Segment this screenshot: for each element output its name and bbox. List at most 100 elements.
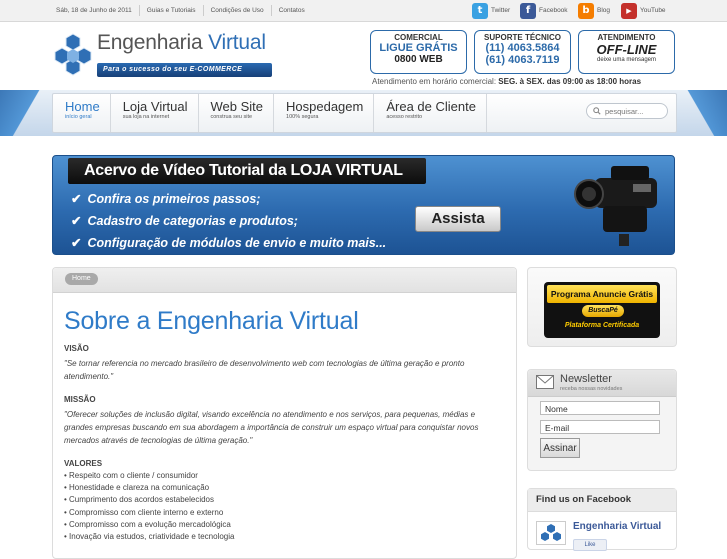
newsletter-box: Newsletter receba nossas novidades Nome … <box>527 369 677 471</box>
badge-bottom-text: Plataforma Certificada <box>564 322 640 329</box>
video-camera-icon <box>574 166 657 246</box>
social-facebook[interactable]: f Facebook <box>520 0 568 21</box>
blog-label: Blog <box>597 7 611 14</box>
visao-heading: VISÃO <box>64 344 89 353</box>
hours-prefix: Atendimento em horário comercial: <box>372 77 497 86</box>
nav-label: Home <box>65 99 100 114</box>
nav-item-web-site[interactable]: Web Site construa seu site <box>199 94 275 132</box>
content-panel: Home Sobre a Engenharia Virtual VISÃO "S… <box>52 267 517 559</box>
banner-bullet: Configuração de módulos de envio e muito… <box>71 235 386 250</box>
link-guias-tutoriais[interactable]: Guias e Tutoriais <box>140 5 204 16</box>
missao-heading: MISSÃO <box>64 395 96 404</box>
brand-part1: Engenharia <box>97 31 203 54</box>
youtube-icon: ▶ <box>621 2 637 19</box>
brand-name[interactable]: Engenharia Virtual <box>97 31 266 55</box>
valores-heading: VALORES <box>64 459 103 468</box>
atendimento-box[interactable]: ATENDIMENTO OFF-LINE deixe uma mensagem <box>578 30 675 74</box>
brand-tagline: Para o sucesso do seu E-COMMERCE <box>97 63 272 77</box>
facebook-page-name[interactable]: Engenharia Virtual <box>573 521 661 532</box>
brand-part2: Virtual <box>208 31 266 54</box>
social-blog[interactable]: b Blog <box>578 0 610 21</box>
envelope-icon <box>536 375 554 389</box>
logo-hexagon-icon[interactable] <box>52 32 94 76</box>
nav-sublabel: acesso restrito <box>386 114 423 120</box>
suporte-title: SUPORTE TÉCNICO <box>484 33 561 42</box>
list-item: • Compromisso com cliente interno e exte… <box>64 507 224 517</box>
breadcrumb: Home <box>53 268 516 293</box>
link-condicoes-uso[interactable]: Condições de Uso <box>204 5 272 16</box>
buscape-logo: BuscaPé <box>582 305 624 317</box>
nav-item-loja-virtual[interactable]: Loja Virtual sua loja na internet <box>111 94 199 132</box>
facebook-widget: Find us on Facebook Engenharia Virtual L… <box>527 488 677 551</box>
nav-item-area-cliente[interactable]: Área de Cliente acesso restrito <box>374 94 487 132</box>
facebook-icon: f <box>520 2 536 19</box>
visao-text: "Se tornar referencia no mercado brasile… <box>64 359 465 381</box>
twitter-label: Twitter <box>491 7 511 14</box>
nav-sublabel: construa seu site <box>210 114 253 120</box>
nav-item-home[interactable]: Home início geral <box>53 94 111 132</box>
subscribe-button[interactable]: Assinar <box>540 438 580 458</box>
banner-bullet: Confira os primeiros passos; <box>71 191 260 206</box>
atendimento-title: ATENDIMENTO <box>597 33 656 42</box>
badge-top-text: Programa Anuncie Grátis <box>547 285 657 303</box>
newsletter-subtitle: receba nossas novidades <box>560 386 623 392</box>
site-header: Engenharia Virtual Para o sucesso do seu… <box>0 22 727 90</box>
list-item: • Honestidade e clareza na comunicação <box>64 483 210 493</box>
search-placeholder: pesquisar... <box>605 106 644 116</box>
nav-bar: Home início geral Loja Virtual sua loja … <box>52 93 677 133</box>
nav-sublabel: sua loja na internet <box>122 114 170 120</box>
buscape-badge-graphic: Programa Anuncie Grátis BuscaPé Platafor… <box>544 282 660 338</box>
list-item: • Compromisso com a evolução mercadológi… <box>64 519 231 529</box>
comercial-line2: 0800 WEB <box>394 54 443 65</box>
atendimento-status: OFF-LINE <box>596 42 657 57</box>
link-contatos[interactable]: Contatos <box>272 5 312 16</box>
youtube-label: YouTube <box>640 7 666 14</box>
nav-label: Web Site <box>210 99 264 114</box>
blog-icon: b <box>578 2 594 19</box>
page-title: Sobre a Engenharia Virtual <box>64 307 359 335</box>
newsletter-header: Newsletter receba nossas novidades <box>528 370 676 397</box>
banner-title: Acervo de Vídeo Tutorial da LOJA VIRTUAL <box>68 158 426 184</box>
valores-list: • Respeito com o cliente / consumidor • … <box>64 470 234 543</box>
facebook-label: Facebook <box>539 7 568 14</box>
twitter-icon: t <box>472 2 488 19</box>
atendimento-note: deixe uma mensagem <box>596 57 657 63</box>
suporte-phone1: (11) 4063.5864 <box>485 42 560 54</box>
video-tutorial-banner[interactable]: Acervo de Vídeo Tutorial da LOJA VIRTUAL… <box>52 155 675 255</box>
email-field[interactable]: E-mail <box>540 420 660 434</box>
comercial-box[interactable]: COMERCIAL LIGUE GRÁTIS 0800 WEB <box>370 30 467 74</box>
comercial-title: COMERCIAL <box>394 33 443 42</box>
social-youtube[interactable]: ▶ YouTube <box>621 0 666 21</box>
hours-value: SEG. à SEX. das 09:00 as 18:00 horas <box>498 77 642 86</box>
search-icon <box>593 107 601 115</box>
nav-sublabel: início geral <box>65 114 92 120</box>
missao-text: "Oferecer soluções de inclusão digital, … <box>64 410 479 445</box>
nav-label: Hospedagem <box>286 99 364 114</box>
breadcrumb-home[interactable]: Home <box>65 273 98 285</box>
main-navigation: Home início geral Loja Virtual sua loja … <box>0 90 727 136</box>
top-links: Sáb, 18 de Junho de 2011 Guias e Tutoria… <box>52 0 312 21</box>
search-input[interactable]: pesquisar... <box>586 103 668 119</box>
nav-label: Loja Virtual <box>122 99 188 114</box>
list-item: • Cumprimento dos acordos estabelecidos <box>64 495 214 505</box>
comercial-line1: LIGUE GRÁTIS <box>379 42 458 54</box>
social-twitter[interactable]: t Twitter <box>472 0 510 21</box>
list-item: • Inovação via estudos, criatividade e t… <box>64 532 235 542</box>
current-date: Sáb, 18 de Junho de 2011 <box>52 5 140 16</box>
nav-sublabel: 100% segura <box>286 114 319 120</box>
name-field[interactable]: Nome <box>540 401 660 415</box>
suporte-box[interactable]: SUPORTE TÉCNICO (11) 4063.5864 (61) 4063… <box>474 30 571 74</box>
suporte-phone2: (61) 4063.7119 <box>485 54 560 66</box>
like-button[interactable]: Like <box>573 539 607 551</box>
top-bar: Sáb, 18 de Junho de 2011 Guias e Tutoria… <box>0 0 727 22</box>
facebook-heading: Find us on Facebook <box>528 489 676 512</box>
page-logo-icon <box>536 521 566 545</box>
banner-bullet: Cadastro de categorias e produtos; <box>71 213 297 228</box>
newsletter-title: Newsletter <box>560 373 612 385</box>
nav-item-hospedagem[interactable]: Hospedagem 100% segura <box>274 94 375 132</box>
buscape-badge[interactable]: Programa Anuncie Grátis BuscaPé Platafor… <box>527 267 677 347</box>
watch-button[interactable]: Assista <box>415 206 501 232</box>
nav-label: Área de Cliente <box>386 99 476 114</box>
business-hours: Atendimento em horário comercial: SEG. à… <box>372 77 641 86</box>
list-item: • Respeito com o cliente / consumidor <box>64 471 198 480</box>
